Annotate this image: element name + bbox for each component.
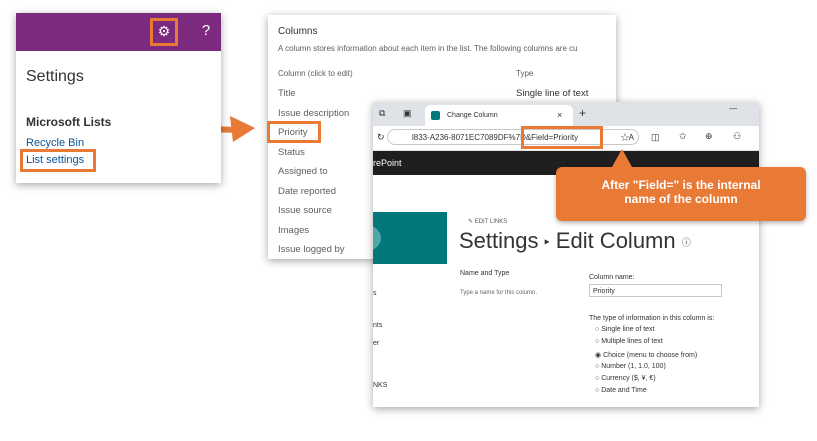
left-nav-fragment-3[interactable]: er — [373, 340, 379, 347]
suite-header: ⚙ ? — [16, 13, 221, 51]
url-field-highlight — [521, 126, 603, 149]
recycle-bin-link[interactable]: Recycle Bin — [26, 137, 84, 149]
column-header-type: Type — [516, 69, 534, 78]
type-option[interactable]: ◉ Choice (menu to choose from) — [595, 351, 697, 363]
type-option-label: Multiple lines of text — [601, 338, 663, 346]
help-icon[interactable]: ? — [199, 20, 213, 42]
tab-bar: ⧉ ▣ Change Column × + — — [373, 102, 759, 126]
workspaces-icon[interactable]: ⧉ — [379, 108, 385, 119]
type-label: The type of information in this column i… — [589, 315, 715, 322]
gear-highlight — [150, 18, 178, 46]
column-link-issue-source[interactable]: Issue source — [278, 205, 332, 216]
collections-icon[interactable]: ⊕ — [705, 131, 713, 142]
type-option[interactable]: ○ Number (1, 1.0, 100) — [595, 363, 697, 375]
site-logo — [373, 212, 447, 264]
sharepoint-label: rePoint — [373, 158, 402, 168]
list-settings-highlight — [20, 149, 96, 172]
tab-close-icon[interactable]: × — [557, 105, 562, 126]
radio-selected-icon[interactable]: ◉ — [595, 352, 603, 359]
column-link-issue-description[interactable]: Issue description — [278, 108, 349, 119]
column-link-issue-logged-by[interactable]: Issue logged by — [278, 244, 345, 255]
name-type-heading: Name and Type — [460, 270, 510, 277]
left-nav-fragment-2[interactable]: nts — [373, 322, 382, 329]
tab-actions-icon[interactable]: ▣ — [403, 108, 412, 119]
arrow-1-head — [230, 116, 255, 142]
info-icon: ⓘ — [681, 237, 691, 248]
columns-heading: Columns — [278, 26, 318, 37]
new-tab-icon[interactable]: + — [579, 106, 586, 120]
name-type-hint: Type a name for this column. — [460, 290, 538, 296]
callout: After "Field=" is the internal name of t… — [556, 149, 806, 221]
favorites-icon[interactable]: ✩ — [679, 131, 687, 142]
column-link-images[interactable]: Images — [278, 225, 309, 236]
page-heading: Settings ▸ Edit Column ⓘ — [459, 228, 691, 253]
type-option-label: Number (1, 1.0, 100) — [601, 362, 666, 370]
split-screen-icon[interactable]: ◫ — [651, 132, 660, 143]
minimize-icon[interactable]: — — [729, 104, 737, 113]
callout-pointer — [612, 149, 632, 167]
column-name-label: Column name: — [589, 274, 635, 281]
column-link-date-reported[interactable]: Date reported — [278, 186, 336, 197]
columns-description: A column stores information about each i… — [278, 44, 578, 53]
callout-line-1: After "Field=" is the internal — [601, 178, 761, 192]
tab-change-column[interactable]: Change Column × — [425, 105, 573, 126]
type-option[interactable]: ○ Date and Time — [595, 387, 697, 399]
column-link-assigned-to[interactable]: Assigned to — [278, 166, 328, 177]
callout-line-2: name of the column — [624, 192, 738, 206]
reload-icon[interactable]: ↻ — [377, 132, 385, 143]
type-options-list: ○ Single line of text ○ Multiple lines of… — [595, 326, 697, 400]
column-header-name: Column (click to edit) — [278, 69, 353, 78]
favorite-star-icon[interactable]: ☆ — [620, 131, 630, 144]
type-option-label: Currency ($, ¥, €) — [601, 375, 656, 383]
section-heading: Microsoft Lists — [26, 115, 112, 129]
type-option[interactable]: ○ Single line of text — [595, 326, 697, 338]
edit-links[interactable]: ✎ EDIT LINKS — [468, 218, 507, 225]
settings-panel: ⚙ ? Settings Microsoft Lists Recycle Bin… — [16, 13, 221, 183]
type-option-label: Single line of text — [601, 326, 655, 333]
column-link-status[interactable]: Status — [278, 147, 305, 158]
sharepoint-favicon-icon — [431, 111, 440, 120]
extension-icon[interactable]: ⚇ — [733, 131, 741, 142]
page-title: Settings — [26, 68, 84, 85]
column-type-title: Single line of text — [516, 88, 589, 99]
priority-highlight — [267, 121, 321, 143]
type-option[interactable]: ○ Currency ($, ¥, €) — [595, 375, 697, 387]
left-nav-fragment-1[interactable]: s — [373, 290, 377, 297]
tab-title: Change Column — [447, 112, 498, 119]
column-link-title[interactable]: Title — [278, 88, 296, 99]
left-nav-fragment-4[interactable]: NKS — [373, 382, 387, 389]
type-option-label: Choice (menu to choose from) — [603, 351, 698, 359]
type-option-label: Date and Time — [601, 387, 647, 395]
type-option[interactable]: ○ Multiple lines of text — [595, 338, 697, 350]
column-name-input[interactable]: Priority — [589, 284, 722, 297]
